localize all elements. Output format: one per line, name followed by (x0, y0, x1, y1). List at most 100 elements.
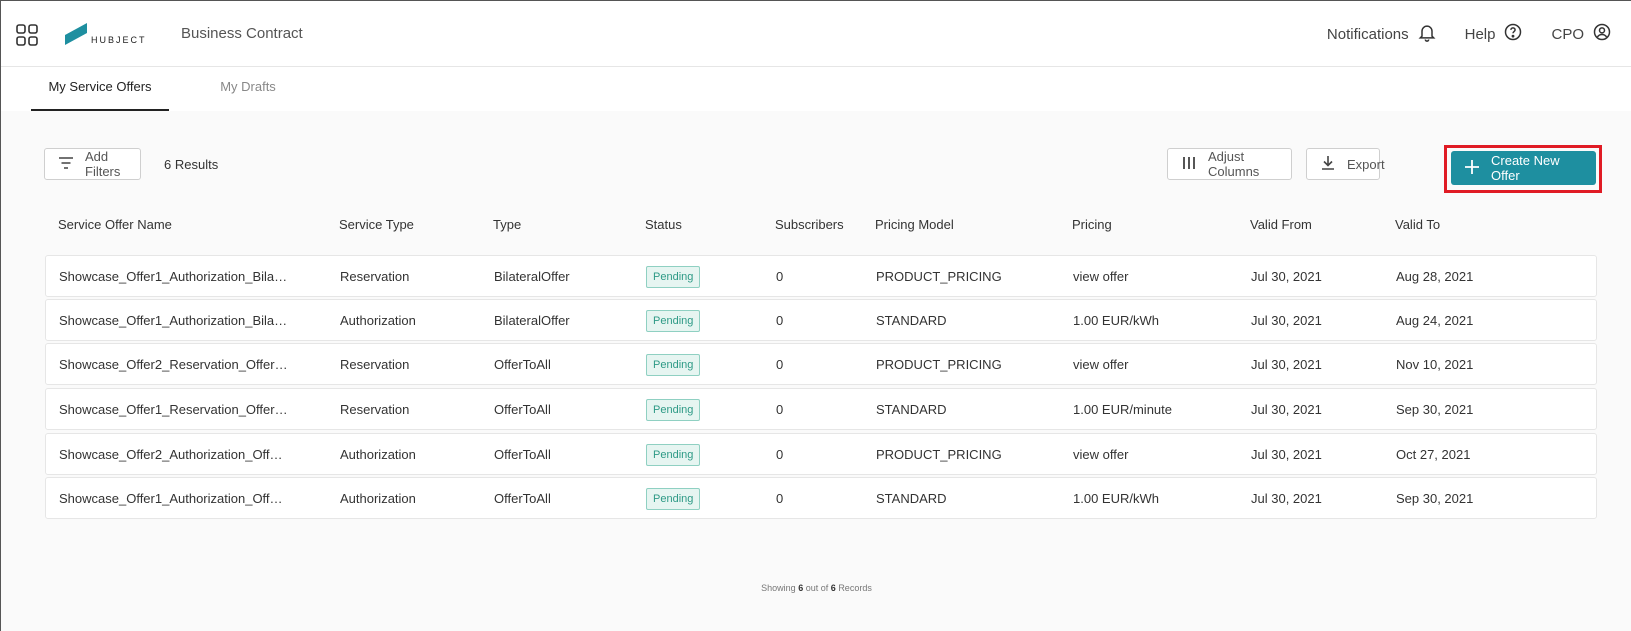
col-header-valid-to[interactable]: Valid To (1395, 217, 1440, 232)
download-icon (1319, 154, 1337, 175)
main-content: Add Filters 6 Results Adjust Columns Exp… (1, 111, 1631, 631)
cell-offer-name: Showcase_Offer2_Reservation_OfferToAll (59, 357, 289, 372)
col-header-subscribers[interactable]: Subscribers (775, 217, 844, 232)
cell-service-type: Reservation (340, 402, 410, 417)
footer-showing: Showing (761, 583, 796, 593)
cell-valid-to: Sep 30, 2021 (1396, 491, 1474, 506)
app-grid-icon[interactable] (15, 23, 39, 47)
results-count: 6 Results (164, 157, 219, 172)
cell-valid-to: Nov 10, 2021 (1396, 357, 1474, 372)
cell-pricing: 1.00 EUR/kWh (1073, 491, 1159, 506)
table-row[interactable]: Showcase_Offer2_Reservation_OfferToAll Re… (45, 343, 1597, 385)
help-label: Help (1464, 25, 1496, 43)
notifications-link[interactable]: Notifications (1327, 22, 1437, 46)
status-badge: Pending (646, 399, 701, 421)
table-row[interactable]: Showcase_Offer1_Authorization_Bilateral A… (45, 299, 1597, 341)
status-badge: Pending (646, 310, 701, 332)
col-header-pricing[interactable]: Pricing (1072, 217, 1112, 232)
cell-pricing-model: PRODUCT_PRICING (876, 447, 1002, 462)
footer-total-count: 6 (830, 583, 836, 593)
cell-offer-type: OfferToAll (494, 357, 551, 372)
cell-service-type: Authorization (340, 447, 416, 462)
help-link[interactable]: Help (1465, 22, 1524, 46)
cell-valid-from: Jul 30, 2021 (1251, 447, 1322, 462)
status-badge: Pending (646, 444, 701, 466)
user-label: CPO (1551, 25, 1584, 43)
cell-service-type: Authorization (340, 491, 416, 506)
cell-valid-to: Oct 27, 2021 (1396, 447, 1471, 462)
cell-pricing: 1.00 EUR/kWh (1073, 313, 1159, 328)
table-row[interactable]: Showcase_Offer2_Authorization_OfferTo...… (45, 433, 1597, 475)
col-header-status[interactable]: Status (645, 217, 682, 232)
cell-offer-name: Showcase_Offer1_Authorization_Bilateral (59, 269, 289, 284)
footer-shown-count: 6 (798, 583, 804, 593)
cell-subscribers: 0 (776, 269, 784, 284)
cell-subscribers: 0 (776, 491, 784, 506)
logo-text: HUBJECT (91, 35, 147, 45)
create-new-offer-label: Create New Offer (1491, 153, 1560, 183)
col-header-type[interactable]: Type (493, 217, 521, 232)
cell-subscribers: 0 (776, 357, 784, 372)
cell-valid-to: Aug 24, 2021 (1396, 313, 1474, 328)
cell-pricing[interactable]: view offer (1073, 269, 1233, 284)
records-footer: Showing 6 out of 6 Records (1, 583, 1631, 593)
cell-offer-type: BilateralOffer (494, 313, 570, 328)
create-new-offer-button[interactable]: Create New Offer (1451, 151, 1596, 185)
status-badge: Pending (646, 266, 701, 288)
cell-valid-to: Sep 30, 2021 (1396, 402, 1474, 417)
cell-valid-from: Jul 30, 2021 (1251, 313, 1322, 328)
cell-pricing: 1.00 EUR/minute (1073, 402, 1172, 417)
footer-out-of: out of (805, 583, 829, 593)
add-filters-button[interactable]: Add Filters (44, 148, 141, 180)
cell-pricing-model: STANDARD (876, 402, 947, 417)
cell-pricing[interactable]: view offer (1073, 357, 1233, 372)
status-badge: Pending (646, 488, 701, 510)
footer-records: Records (838, 583, 872, 593)
col-header-pricing-model[interactable]: Pricing Model (875, 217, 954, 232)
user-menu[interactable]: CPO (1551, 22, 1612, 46)
cell-pricing[interactable]: view offer (1073, 447, 1233, 462)
hubject-logo[interactable]: HUBJECT (65, 23, 155, 47)
adjust-columns-label: Adjust Columns (1208, 149, 1260, 179)
plus-icon (1463, 158, 1481, 179)
cell-valid-from: Jul 30, 2021 (1251, 269, 1322, 284)
cell-offer-type: BilateralOffer (494, 269, 570, 284)
table-row[interactable]: Showcase_Offer1_Authorization_Bilateral R… (45, 255, 1597, 297)
cell-pricing-model: STANDARD (876, 491, 947, 506)
table-row[interactable]: Showcase_Offer1_Reservation_OfferToAll Re… (45, 388, 1597, 430)
cell-service-type: Authorization (340, 313, 416, 328)
tab-my-service-offers[interactable]: My Service Offers (31, 67, 169, 111)
cell-offer-type: OfferToAll (494, 447, 551, 462)
add-filters-label: Add Filters (85, 149, 121, 179)
cell-subscribers: 0 (776, 313, 784, 328)
export-label: Export (1347, 156, 1385, 172)
filter-icon (57, 154, 75, 175)
table-row[interactable]: Showcase_Offer1_Authorization_OfferTo...… (45, 477, 1597, 519)
adjust-columns-button[interactable]: Adjust Columns (1167, 148, 1292, 180)
col-header-name[interactable]: Service Offer Name (58, 217, 172, 232)
top-bar: HUBJECT Business Contract Notifications … (1, 1, 1631, 67)
cell-valid-from: Jul 30, 2021 (1251, 357, 1322, 372)
cell-valid-from: Jul 30, 2021 (1251, 402, 1322, 417)
tabs-bar: My Service Offers My Drafts (1, 67, 1631, 111)
bell-icon (1417, 22, 1437, 46)
col-header-valid-from[interactable]: Valid From (1250, 217, 1312, 232)
cell-offer-name: Showcase_Offer1_Authorization_OfferTo... (59, 491, 289, 506)
cell-service-type: Reservation (340, 269, 410, 284)
cell-valid-from: Jul 30, 2021 (1251, 491, 1322, 506)
cell-service-type: Reservation (340, 357, 410, 372)
app-title: Business Contract (181, 25, 303, 42)
cell-subscribers: 0 (776, 447, 784, 462)
cell-offer-name: Showcase_Offer2_Authorization_OfferTo... (59, 447, 289, 462)
notifications-label: Notifications (1326, 25, 1409, 43)
status-badge: Pending (646, 354, 701, 376)
columns-icon (1180, 154, 1198, 175)
export-button[interactable]: Export (1306, 148, 1385, 180)
cell-pricing-model: PRODUCT_PRICING (876, 269, 1002, 284)
cell-pricing-model: STANDARD (876, 313, 947, 328)
top-right-nav: Notifications Help CPO (1327, 21, 1612, 47)
tab-my-drafts[interactable]: My Drafts (191, 67, 305, 111)
cell-offer-name: Showcase_Offer1_Reservation_OfferToAll (59, 402, 289, 417)
col-header-service-type[interactable]: Service Type (339, 217, 414, 232)
table-header: Service Offer Name Service Type Type Sta… (45, 217, 1597, 239)
